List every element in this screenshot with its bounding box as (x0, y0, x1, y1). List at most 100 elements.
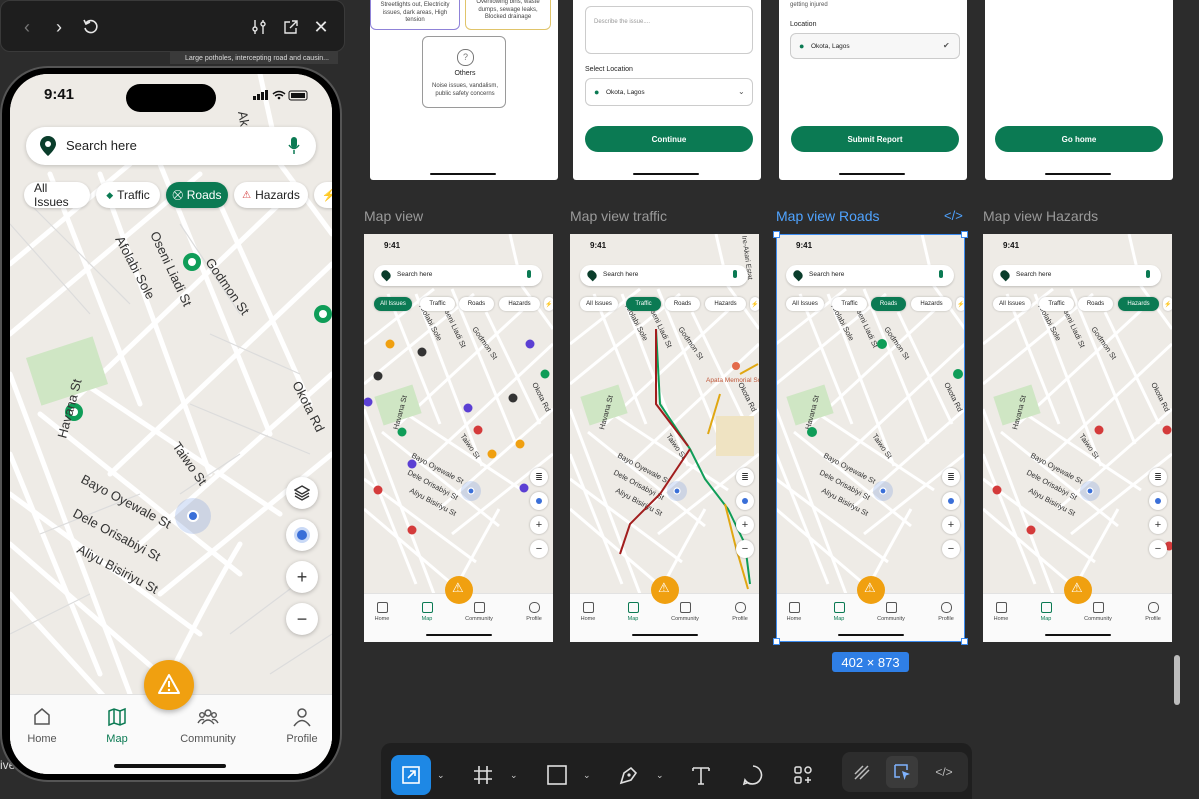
tab-community[interactable]: Community (176, 707, 240, 745)
tab-community[interactable]: Community (1078, 602, 1118, 622)
tab-profile[interactable]: Profile (720, 602, 759, 622)
tab-home[interactable]: Home (10, 707, 74, 745)
draw-mode-button[interactable] (846, 756, 878, 788)
chip-hazards[interactable]: Hazards (1118, 297, 1159, 311)
category-card[interactable]: Overflowing bins, waste dumps, sewage le… (465, 0, 551, 30)
actions-tool-button[interactable] (783, 755, 823, 795)
submit-report-button[interactable]: Submit Report (791, 126, 959, 152)
map-frame[interactable]: Afolabi Sole Oseni Liadi St Godmon St Okota… (983, 234, 1172, 642)
chip-roads[interactable]: Roads (459, 297, 494, 311)
chip-traffic[interactable]: Traffic (1039, 297, 1074, 311)
tab-map[interactable]: Map (85, 707, 149, 745)
map-frame[interactable]: Afolabi Sole Oseni Liadi St Godmon St Okota… (570, 234, 759, 642)
resize-handle[interactable] (961, 638, 968, 645)
frame-label[interactable]: Map view Roads (776, 208, 880, 224)
layers-button[interactable] (286, 477, 318, 509)
tab-profile[interactable]: Profile (1133, 602, 1172, 622)
continue-button[interactable]: Continue (585, 126, 753, 152)
design-mode-button[interactable] (886, 756, 918, 788)
go-home-button[interactable]: Go home (995, 126, 1163, 152)
report-issue-button[interactable]: ⚠ (1064, 576, 1092, 604)
chevron-down-icon[interactable]: ⌄ (583, 770, 591, 781)
zoom-out-button[interactable]: − (530, 540, 548, 558)
restart-icon[interactable] (79, 15, 103, 39)
layers-button[interactable]: ≣ (530, 468, 548, 486)
chip-traffic[interactable]: Traffic (420, 297, 455, 311)
chip-all-issues[interactable]: All Issues (24, 181, 90, 209)
zoom-out-button[interactable]: − (1149, 540, 1167, 558)
chip-more[interactable]: ⚡ (1163, 297, 1172, 311)
layers-button[interactable]: ≣ (1149, 468, 1167, 486)
text-tool-button[interactable] (681, 755, 721, 795)
microphone-icon[interactable] (733, 270, 737, 278)
close-icon[interactable]: ✕ (309, 15, 333, 39)
comment-tool-button[interactable] (733, 755, 773, 795)
search-bar[interactable]: Search here (26, 127, 316, 165)
chip-more[interactable]: ⚡ (750, 297, 759, 311)
frame-label[interactable]: Map view (364, 208, 423, 224)
microphone-icon[interactable] (1146, 270, 1150, 278)
back-icon[interactable]: ‹ (15, 15, 39, 39)
dev-mode-button[interactable]: </> (928, 756, 960, 788)
open-external-icon[interactable] (279, 15, 303, 39)
tab-map[interactable]: Map (1026, 602, 1066, 622)
zoom-in-button[interactable]: + (286, 561, 318, 593)
tab-community[interactable]: Community (459, 602, 499, 622)
zoom-out-button[interactable]: − (286, 603, 318, 635)
my-location-button[interactable] (530, 492, 548, 510)
chip-traffic[interactable]: ◆ Traffic (96, 182, 160, 208)
map-frame[interactable]: Afolabi Sole Oseni Liadi St Godmon St Okota… (364, 234, 553, 642)
layers-button[interactable]: ≣ (736, 468, 754, 486)
pen-tool-button[interactable] (609, 755, 649, 795)
code-icon[interactable]: </> (944, 208, 963, 223)
forward-icon[interactable]: › (47, 15, 71, 39)
move-tool-button[interactable] (391, 755, 431, 795)
search-bar[interactable]: Search here (374, 265, 542, 286)
category-card[interactable]: Streetlights out, Electricity issues, da… (370, 0, 460, 30)
search-bar[interactable]: Search here (993, 265, 1161, 286)
tab-community[interactable]: Community (665, 602, 705, 622)
report-issue-button[interactable] (144, 660, 194, 710)
tab-home[interactable]: Home (570, 602, 608, 622)
location-field[interactable]: ● Okota, Lagos ✔ (790, 33, 960, 59)
tab-map[interactable]: Map (613, 602, 653, 622)
chip-roads[interactable]: ⛒ Roads (166, 182, 228, 208)
report-issue-button[interactable]: ⚠ (445, 576, 473, 604)
resize-handle[interactable] (961, 231, 968, 238)
chip-more[interactable]: ⚡ (544, 297, 553, 311)
chip-traffic[interactable]: Traffic (626, 297, 661, 311)
tab-home[interactable]: Home (364, 602, 402, 622)
tab-profile[interactable]: Profile (270, 707, 332, 745)
tab-map[interactable]: Map (407, 602, 447, 622)
chip-roads[interactable]: Roads (1078, 297, 1113, 311)
resize-handle[interactable] (773, 638, 780, 645)
frame-label[interactable]: Map view Hazards (983, 208, 1098, 224)
tab-home[interactable]: Home (983, 602, 1021, 622)
chevron-down-icon[interactable]: ⌄ (437, 770, 445, 781)
rectangle-tool-button[interactable] (537, 755, 577, 795)
my-location-button[interactable] (736, 492, 754, 510)
phone-screen[interactable]: Afolabi Sole Oseni Liadi St Godmon St Ok… (10, 74, 332, 774)
my-location-button[interactable] (1149, 492, 1167, 510)
frame-report-details[interactable]: Describe the issue.... Select Location ●… (573, 0, 761, 180)
frame-tool-button[interactable] (463, 755, 503, 795)
chip-all-issues[interactable]: All Issues (993, 297, 1031, 311)
zoom-in-button[interactable]: + (1149, 516, 1167, 534)
chip-hazards[interactable]: ⚠ Hazards (234, 182, 308, 208)
frame-label[interactable]: Map view traffic (570, 208, 667, 224)
frame-report-category[interactable]: Streetlights out, Electricity issues, da… (370, 0, 558, 180)
tab-profile[interactable]: Profile (514, 602, 553, 622)
description-textarea[interactable]: Describe the issue.... (585, 6, 753, 54)
zoom-in-button[interactable]: + (530, 516, 548, 534)
report-issue-button[interactable]: ⚠ (651, 576, 679, 604)
chip-hazards[interactable]: Hazards (499, 297, 540, 311)
microphone-icon[interactable] (288, 137, 300, 155)
my-location-button[interactable] (286, 519, 318, 551)
chip-roads[interactable]: Roads (665, 297, 700, 311)
frame-report-review[interactable]: getting injured Location ● Okota, Lagos … (779, 0, 967, 180)
zoom-in-button[interactable]: + (736, 516, 754, 534)
chevron-down-icon[interactable]: ⌄ (656, 770, 664, 781)
chip-all-issues[interactable]: All Issues (374, 297, 412, 311)
chevron-down-icon[interactable]: ⌄ (510, 770, 518, 781)
search-bar[interactable]: Search here (580, 265, 748, 286)
